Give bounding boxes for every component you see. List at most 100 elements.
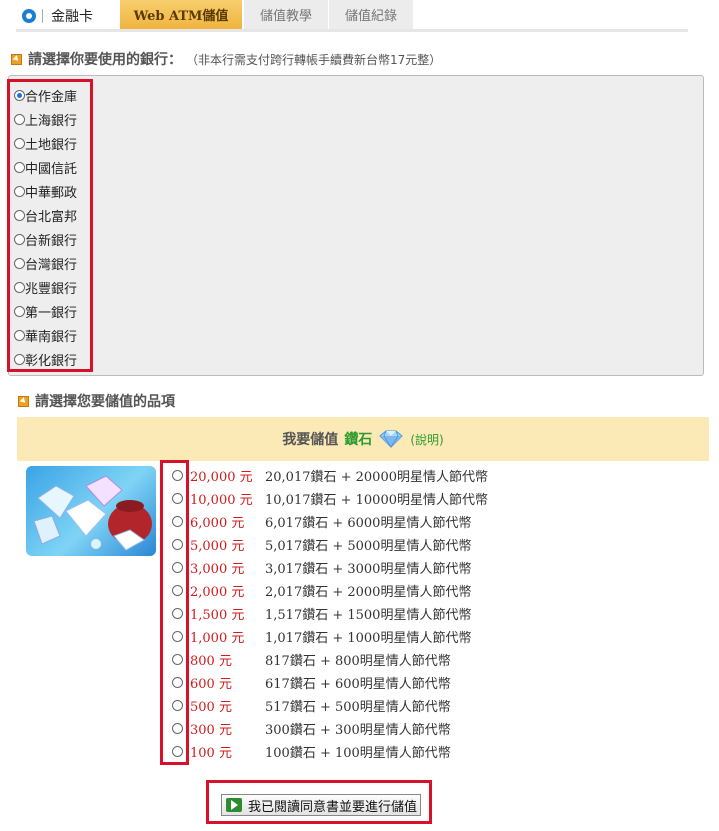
tab-tutorial[interactable]: 儲值教學: [244, 0, 329, 29]
bank-radio[interactable]: [14, 305, 25, 317]
bank-option-label: 第一銀行: [25, 305, 78, 321]
product-radio[interactable]: [172, 608, 183, 619]
bank-radio[interactable]: [14, 353, 25, 365]
submit-button[interactable]: 我已閱讀同意書並要進行儲值: [221, 794, 421, 816]
bank-option[interactable]: 台灣銀行: [14, 251, 77, 275]
tab-divider: [42, 9, 43, 23]
product-option[interactable]: 5,000 元 5,017鑽石 + 5000明星情人節代幣: [172, 533, 488, 556]
product-price: 10,000 元: [190, 493, 253, 508]
tab-web-atm[interactable]: Web ATM儲值: [120, 0, 242, 29]
bullet-icon: [22, 9, 36, 23]
product-radio[interactable]: [172, 700, 183, 711]
product-price: 800 元: [190, 654, 232, 669]
product-price: 1,500 元: [190, 608, 245, 623]
product-option[interactable]: 20,000 元 20,017鑽石 + 20000明星情人節代幣: [172, 464, 488, 487]
product-description: 1,017鑽石 + 1000明星情人節代幣: [265, 631, 472, 646]
tab-debit-card-label: 金融卡: [51, 9, 93, 25]
go-arrow-icon: [226, 798, 242, 812]
bank-radio-list: 合作金庫上海銀行土地銀行 中國信託中華郵政台北富邦台新銀行台灣銀行兆豐銀行第一銀行…: [14, 83, 77, 371]
product-option[interactable]: 10,000 元 10,017鑽石 + 10000明星情人節代幣: [172, 487, 488, 510]
bank-option[interactable]: 彰化銀行: [14, 347, 77, 371]
submit-button-label: 我已閱讀同意書並要進行儲值: [248, 799, 418, 815]
bank-selection-panel: [8, 75, 704, 376]
product-radio[interactable]: [172, 516, 183, 527]
product-price: 20,000 元: [190, 470, 253, 485]
product-price: 3,000 元: [190, 562, 245, 577]
bank-option[interactable]: 上海銀行: [14, 107, 77, 131]
product-description: 20,017鑽石 + 20000明星情人節代幣: [265, 470, 488, 485]
help-link[interactable]: (說明): [410, 431, 443, 448]
product-description: 1,517鑽石 + 1500明星情人節代幣: [265, 608, 472, 623]
bank-option-label: 台灣銀行: [25, 257, 78, 273]
bank-option-label: 台北富邦: [25, 209, 78, 225]
bank-option[interactable]: 第一銀行: [14, 299, 77, 323]
bank-radio[interactable]: [14, 161, 25, 173]
bank-option[interactable]: 華南銀行: [14, 323, 77, 347]
diamond-icon: [379, 430, 404, 448]
bank-option[interactable]: 中華郵政: [14, 179, 77, 203]
product-description: 2,017鑽石 + 2000明星情人節代幣: [265, 585, 472, 600]
tab-records[interactable]: 儲值紀錄: [329, 0, 414, 29]
bank-option[interactable]: 台新銀行: [14, 227, 77, 251]
product-header-prefix: 我要儲值: [282, 432, 339, 448]
product-description: 617鑽石 + 600明星情人節代幣: [265, 677, 451, 692]
product-price: 5,000 元: [190, 539, 245, 554]
product-radio[interactable]: [172, 470, 183, 481]
bank-option-label: 華南銀行: [25, 329, 78, 345]
product-option[interactable]: 800 元 817鑽石 + 800明星情人節代幣: [172, 648, 488, 671]
product-description: 300鑽石 + 300明星情人節代幣: [265, 723, 451, 738]
product-description: 3,017鑽石 + 3000明星情人節代幣: [265, 562, 472, 577]
bank-radio[interactable]: [14, 113, 25, 125]
bank-option-label: 彰化銀行: [25, 353, 78, 369]
product-radio[interactable]: [172, 723, 183, 734]
bank-option[interactable]: 合作金庫: [14, 83, 77, 107]
product-description: 517鑽石 + 500明星情人節代幣: [265, 700, 451, 715]
product-option[interactable]: 300 元 300鑽石 + 300明星情人節代幣: [172, 717, 488, 740]
product-option[interactable]: 6,000 元 6,017鑽石 + 6000明星情人節代幣: [172, 510, 488, 533]
product-radio[interactable]: [172, 562, 183, 573]
product-radio[interactable]: [172, 493, 183, 504]
bank-option[interactable]: 兆豐銀行: [14, 275, 77, 299]
bank-option-label: 合作金庫: [25, 89, 78, 105]
product-option[interactable]: 500 元 517鑽石 + 500明星情人節代幣: [172, 694, 488, 717]
bank-radio[interactable]: [14, 137, 25, 149]
product-radio[interactable]: [172, 746, 183, 757]
product-radio[interactable]: [172, 654, 183, 665]
product-header-item: 鑽石: [344, 432, 373, 448]
diamond-pile-icon: [33, 475, 152, 551]
bank-radio[interactable]: [14, 281, 25, 293]
bank-radio[interactable]: [14, 257, 25, 269]
product-radio[interactable]: [172, 677, 183, 688]
bank-radio[interactable]: [14, 185, 25, 197]
product-radio[interactable]: [172, 631, 183, 642]
bank-option-label: 上海銀行: [25, 113, 78, 129]
product-section-title-text: 請選擇您要儲值的品項: [35, 394, 175, 410]
product-option[interactable]: 2,000 元 2,017鑽石 + 2000明星情人節代幣: [172, 579, 488, 602]
product-price: 300 元: [190, 723, 232, 738]
bank-option[interactable]: 土地銀行: [14, 131, 77, 155]
bank-option[interactable]: 台北富邦: [14, 203, 77, 227]
bank-option[interactable]: 中國信託: [14, 155, 77, 179]
product-radio[interactable]: [172, 539, 183, 550]
product-price: 500 元: [190, 700, 232, 715]
product-description: 817鑽石 + 800明星情人節代幣: [265, 654, 451, 669]
arrow-icon: [18, 395, 29, 407]
bank-radio[interactable]: [14, 329, 25, 341]
product-price: 2,000 元: [190, 585, 245, 600]
product-option[interactable]: 1,500 元 1,517鑽石 + 1500明星情人節代幣: [172, 602, 488, 625]
product-option[interactable]: 100 元 100鑽石 + 100明星情人節代幣: [172, 740, 488, 763]
product-radio[interactable]: [172, 585, 183, 596]
bank-radio[interactable]: [14, 209, 25, 221]
bank-radio[interactable]: [14, 233, 25, 245]
product-option[interactable]: 600 元 617鑽石 + 600明星情人節代幣: [172, 671, 488, 694]
bank-option-label: 中華郵政: [25, 185, 78, 201]
payment-tab-bar: 金融卡 Web ATM儲值 儲值教學 儲值紀錄: [16, 0, 688, 32]
bank-option-label: 兆豐銀行: [25, 281, 78, 297]
bank-section-title-text: 請選擇你要使用的銀行：: [28, 52, 182, 68]
product-section-title: 請選擇您要儲值的品項: [18, 391, 175, 411]
product-option[interactable]: 3,000 元 3,017鑽石 + 3000明星情人節代幣: [172, 556, 488, 579]
product-option[interactable]: 1,000 元 1,017鑽石 + 1000明星情人節代幣: [172, 625, 488, 648]
product-description: 5,017鑽石 + 5000明星情人節代幣: [265, 539, 472, 554]
tab-debit-card[interactable]: 金融卡: [22, 6, 93, 26]
bank-radio[interactable]: [14, 89, 25, 101]
